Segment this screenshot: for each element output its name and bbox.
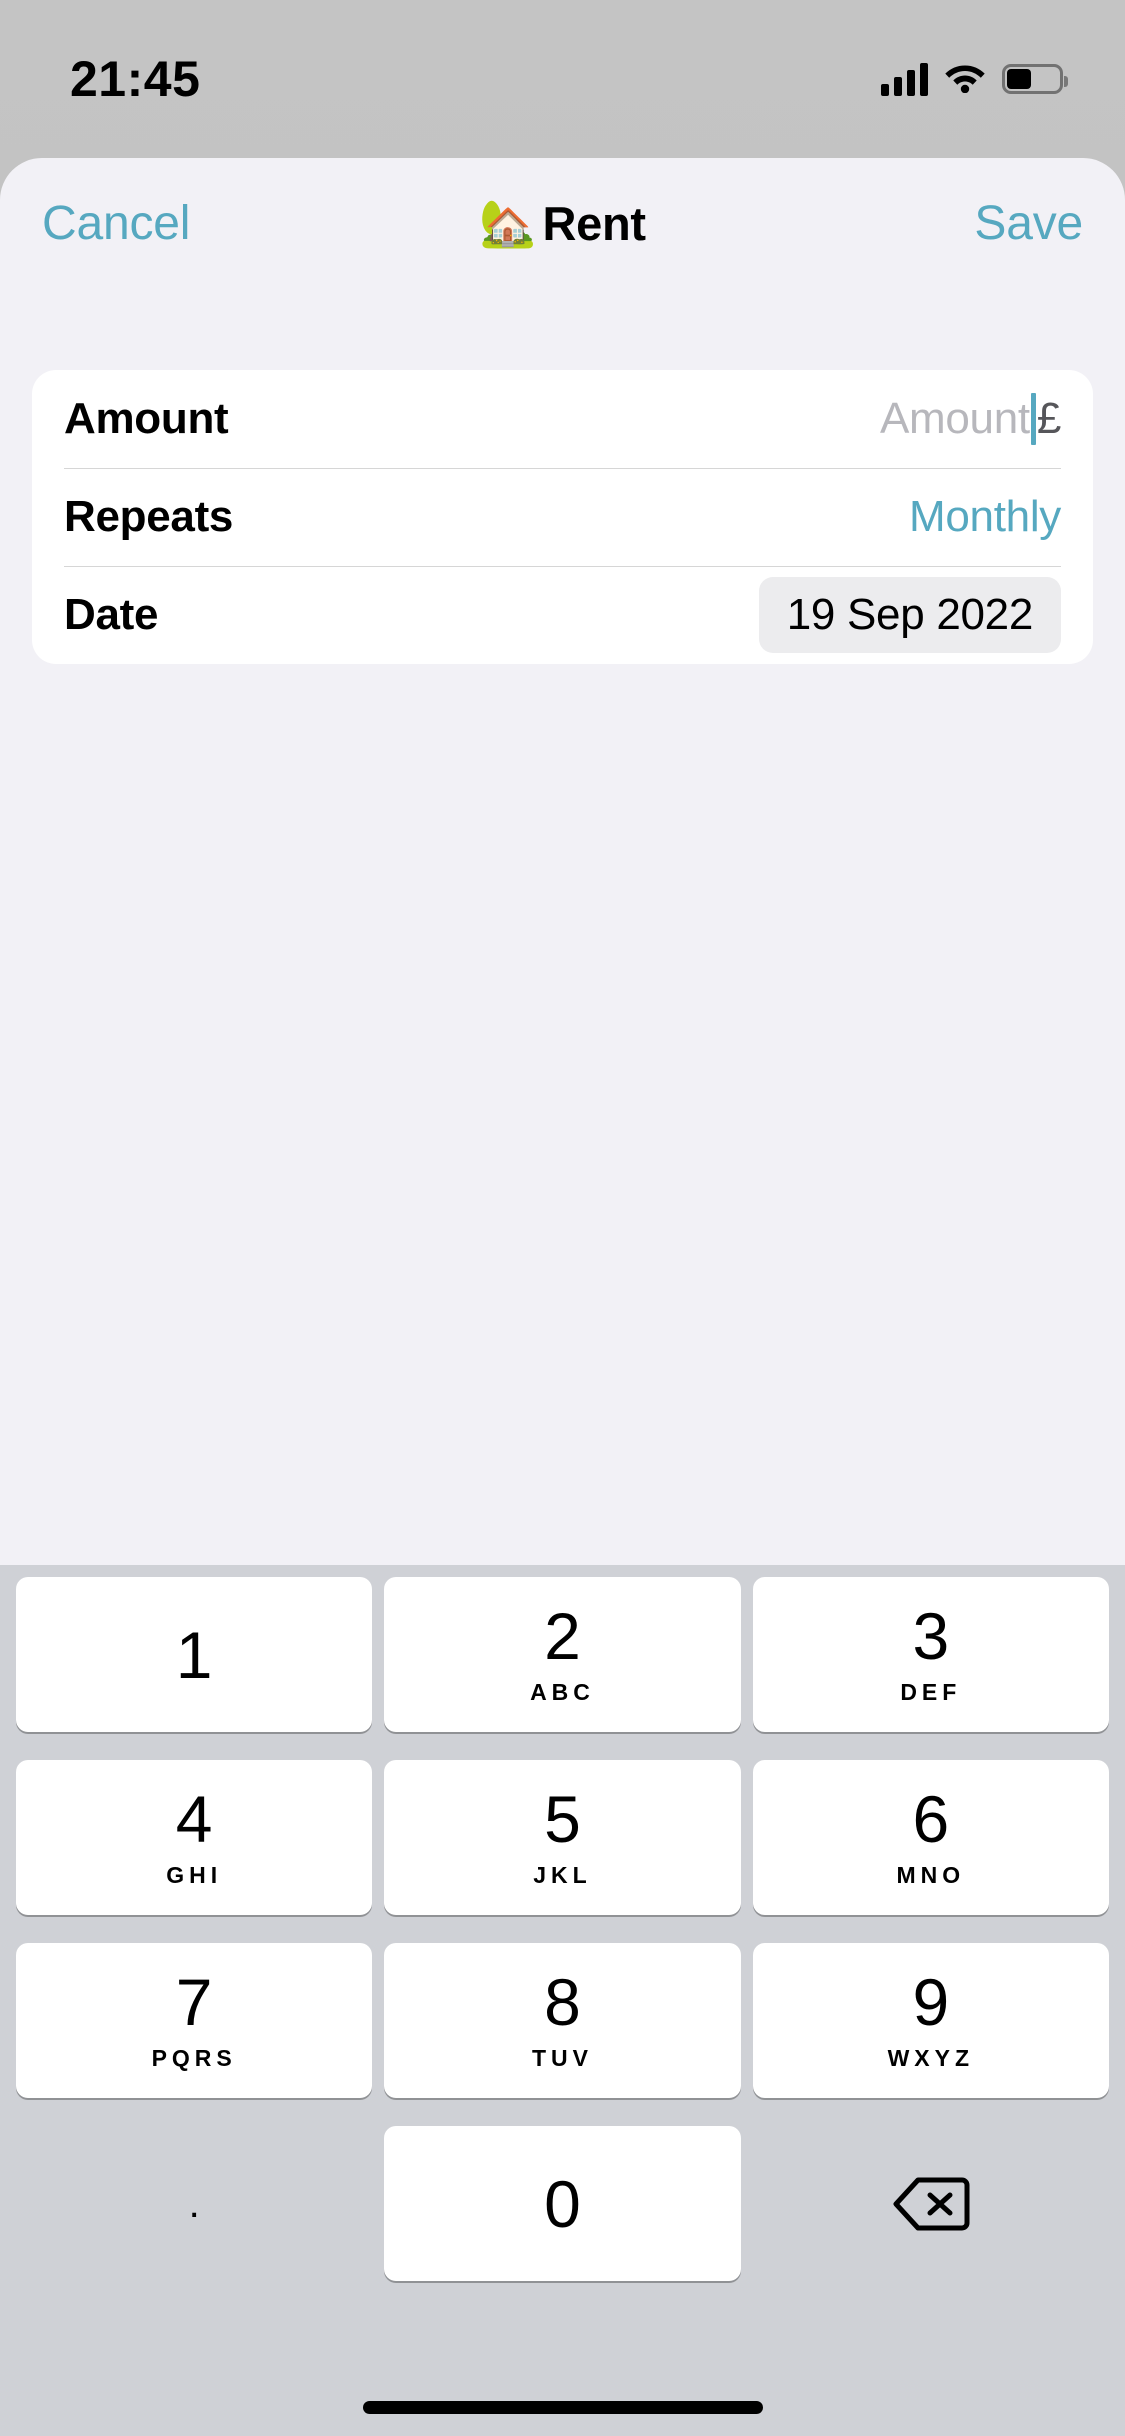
status-bar-icons: [881, 61, 1068, 98]
key-letters: WXYZ: [887, 2045, 975, 2071]
key-digit: 1: [175, 1617, 213, 1692]
key-letters: PQRS: [151, 2045, 237, 2071]
repeats-value[interactable]: Monthly: [909, 492, 1061, 542]
home-indicator: [362, 2401, 763, 2414]
house-with-garden-emoji-icon: 🏡: [479, 197, 537, 249]
key-digit: 8: [544, 1965, 581, 2039]
form-row-date: Date 19 Sep 2022: [32, 566, 1093, 664]
key-0[interactable]: 0: [384, 2126, 741, 2281]
keypad-row: . 0: [0, 2126, 1125, 2281]
date-label: Date: [64, 590, 159, 639]
status-bar: 21:45: [0, 0, 1125, 132]
key-3[interactable]: 3 DEF: [752, 1577, 1109, 1732]
amount-input-group[interactable]: Amount £: [880, 393, 1061, 445]
cellular-signal-icon: [881, 62, 928, 96]
key-7[interactable]: 7 PQRS: [16, 1943, 373, 2098]
date-picker-button[interactable]: 19 Sep 2022: [758, 577, 1061, 653]
key-digit: 9: [912, 1965, 950, 2039]
navigation-bar: Cancel 🏡 Rent Save: [0, 158, 1125, 288]
key-letters: MNO: [896, 1862, 966, 1888]
key-letters: DEF: [900, 1679, 962, 1705]
key-digit: 3: [912, 1599, 950, 1673]
key-4[interactable]: 4 GHI: [16, 1760, 373, 1915]
key-5[interactable]: 5 JKL: [384, 1760, 741, 1915]
key-letters: ABC: [530, 1679, 595, 1705]
key-8[interactable]: 8 TUV: [384, 1943, 741, 2098]
key-digit: 0: [544, 2166, 581, 2241]
amount-label: Amount: [64, 394, 229, 443]
key-1[interactable]: 1: [16, 1577, 373, 1732]
keypad-row: 4 GHI 5 JKL 6 MNO: [0, 1760, 1125, 1915]
save-button[interactable]: Save: [974, 196, 1083, 251]
key-decimal-point[interactable]: .: [16, 2126, 372, 2281]
key-6[interactable]: 6 MNO: [752, 1760, 1109, 1915]
key-digit: 4: [175, 1782, 213, 1856]
key-digit: 6: [912, 1782, 950, 1856]
amount-placeholder: Amount: [879, 394, 1030, 443]
key-digit: 7: [175, 1965, 213, 2039]
battery-icon: [1002, 64, 1068, 94]
key-2[interactable]: 2 ABC: [384, 1577, 741, 1732]
text-cursor-caret: [1030, 393, 1036, 445]
currency-symbol: £: [1036, 394, 1061, 443]
repeats-label: Repeats: [64, 492, 234, 541]
page-title: Rent: [542, 196, 647, 250]
keypad-row: 7 PQRS 8 TUV 9 WXYZ: [0, 1943, 1125, 2098]
key-letters: GHI: [166, 1862, 223, 1888]
key-digit: .: [188, 2181, 200, 2226]
wifi-icon: [944, 61, 986, 98]
numeric-keypad: 1 2 ABC 3 DEF 4 GHI 5 JKL 6 MNO 7 PQRS 8…: [0, 1565, 1125, 2436]
form-row-amount: Amount Amount £: [32, 370, 1093, 468]
key-9[interactable]: 9 WXYZ: [752, 1943, 1109, 2098]
keypad-row: 1 2 ABC 3 DEF: [0, 1577, 1125, 1732]
delete-backward-icon[interactable]: [753, 2126, 1109, 2281]
form-card: Amount Amount £ Repeats Monthly Date 19 …: [32, 370, 1093, 664]
key-letters: JKL: [533, 1862, 592, 1888]
status-bar-time: 21:45: [70, 51, 201, 107]
form-row-repeats[interactable]: Repeats Monthly: [32, 468, 1093, 566]
modal-sheet: Cancel 🏡 Rent Save Amount Amount £ Repea…: [0, 158, 1125, 2436]
key-digit: 5: [544, 1782, 581, 1856]
key-digit: 2: [544, 1599, 581, 1673]
key-letters: TUV: [531, 2045, 593, 2071]
amount-input[interactable]: Amount £: [880, 393, 1061, 445]
cancel-button[interactable]: Cancel: [42, 196, 190, 251]
